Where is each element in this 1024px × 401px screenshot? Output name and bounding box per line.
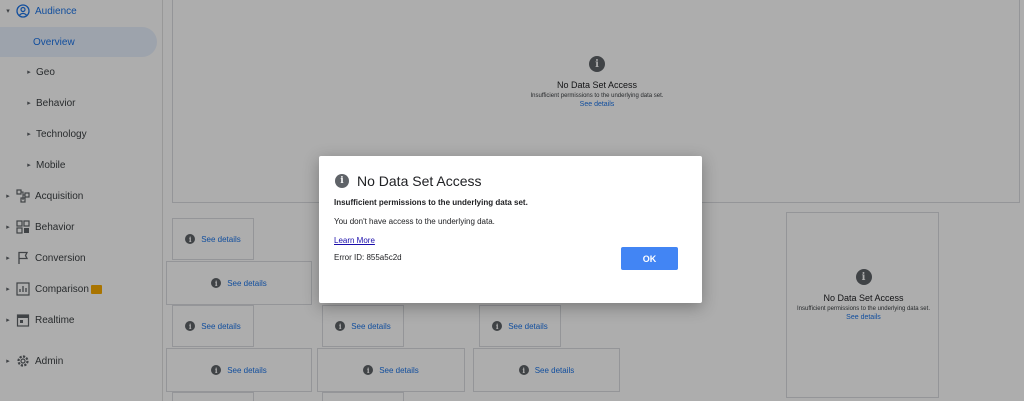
dialog-title: i No Data Set Access	[335, 173, 482, 189]
no-access-dialog: i No Data Set Access Insufficient permis…	[319, 156, 702, 303]
error-id: Error ID: 855a5c2d	[334, 253, 402, 262]
ok-button[interactable]: OK	[621, 247, 678, 270]
info-icon: i	[335, 174, 349, 188]
dialog-body-text: You don't have access to the underlying …	[334, 217, 495, 226]
dialog-title-text: No Data Set Access	[357, 173, 482, 189]
dialog-bold-text: Insufficient permissions to the underlyi…	[334, 198, 528, 207]
learn-more-link[interactable]: Learn More	[334, 236, 375, 245]
